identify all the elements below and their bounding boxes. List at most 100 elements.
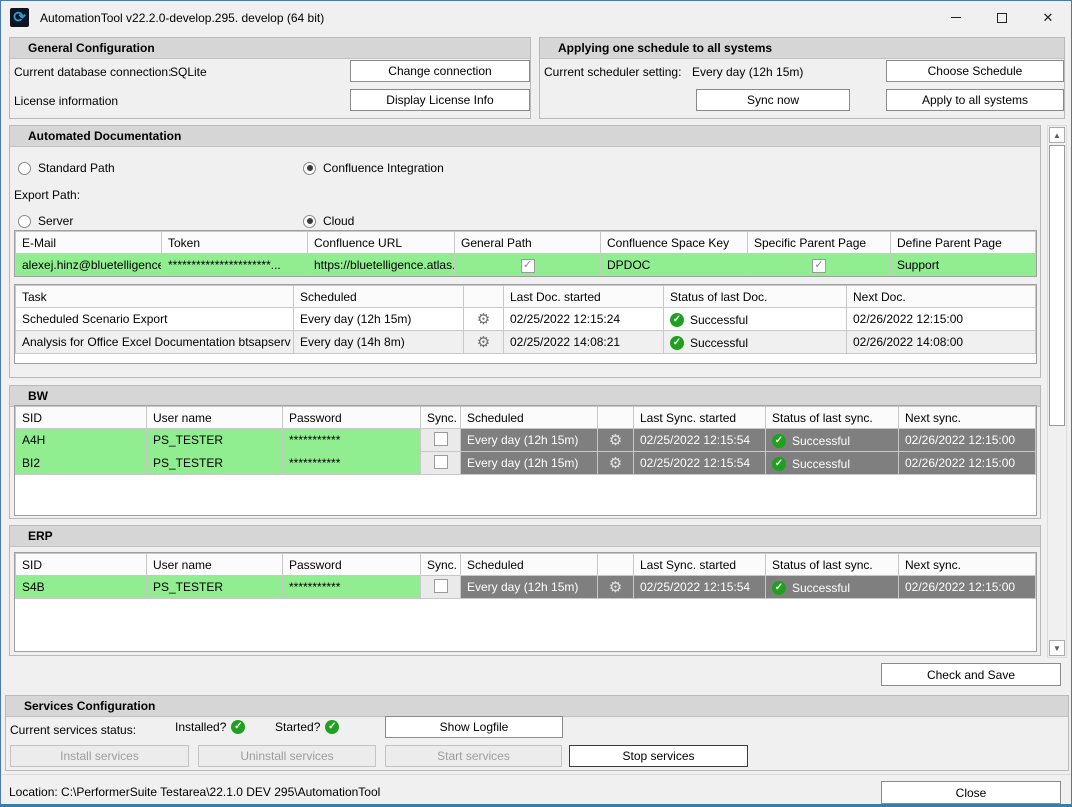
green-check-icon: ✓ (670, 336, 684, 350)
task-name-cell: Analysis for Office Excel Documentation … (16, 331, 294, 354)
minimize-button[interactable] (933, 1, 979, 34)
scroll-down-arrow[interactable]: ▼ (1049, 640, 1065, 656)
password-cell: *********** (283, 429, 421, 452)
sync-cell (421, 576, 461, 599)
close-icon: ✕ (1043, 10, 1054, 26)
user-cell: PS_TESTER (147, 429, 283, 452)
sync-checkbox[interactable] (434, 455, 448, 469)
app-window: ⟳ AutomationTool v22.2.0-develop.295. de… (0, 0, 1072, 807)
radio-server[interactable]: Server (18, 214, 73, 228)
user-cell: PS_TESTER (147, 452, 283, 475)
bw-systems-table: SID User name Password Sync. Scheduled L… (14, 405, 1037, 516)
scrollbar-thumb[interactable] (1049, 145, 1065, 426)
parent-page-cell: Support (891, 254, 1036, 277)
display-license-button[interactable]: Display License Info (350, 89, 530, 111)
green-check-icon: ✓ (772, 581, 786, 595)
green-check-icon: ✓ (231, 720, 245, 734)
status-text: Successful (690, 336, 748, 350)
erp-group: ERP SID User name Password Sync. Schedul… (9, 525, 1041, 656)
status-cell: ✓Successful (766, 452, 899, 475)
sid-cell: BI2 (16, 452, 147, 475)
services-configuration-group: Services Configuration Current services … (5, 695, 1069, 771)
status-text: Successful (690, 313, 748, 327)
task-row[interactable]: Analysis for Office Excel Documentation … (16, 331, 1036, 354)
col-last-sync-started: Last Sync. started (634, 407, 766, 429)
stop-services-button[interactable]: Stop services (569, 745, 748, 767)
maximize-button[interactable] (979, 1, 1025, 34)
status-text: Successful (792, 457, 850, 471)
gear-icon[interactable]: ⚙ (609, 579, 622, 596)
license-info-label: License information (14, 94, 118, 108)
documentation-task-table: Task Scheduled Last Doc. started Status … (14, 284, 1037, 364)
show-logfile-button[interactable]: Show Logfile (385, 716, 563, 738)
col-user-name: User name (147, 407, 283, 429)
radio-confluence-integration[interactable]: Confluence Integration (303, 161, 444, 175)
last-sync-cell: 02/25/2022 12:15:54 (634, 576, 766, 599)
vertical-scrollbar[interactable]: ▲ ▼ (1047, 125, 1067, 658)
general-path-checkbox[interactable]: ✓ (521, 259, 535, 273)
bw-header-row: SID User name Password Sync. Scheduled L… (16, 407, 1036, 429)
task-next-cell: 02/26/2022 14:08:00 (847, 331, 1036, 354)
radio-standard-path[interactable]: Standard Path (18, 161, 115, 175)
started-status: Started? ✓ (275, 720, 339, 734)
bw-system-row[interactable]: BI2 PS_TESTER *********** Every day (12h… (16, 452, 1036, 475)
col-sync: Sync. (421, 407, 461, 429)
col-task: Task (16, 286, 294, 308)
next-sync-cell: 02/26/2022 12:15:00 (899, 576, 1036, 599)
task-row[interactable]: Scheduled Scenario Export Every day (12h… (16, 308, 1036, 331)
maximize-icon (997, 13, 1007, 23)
task-gear-cell: ⚙ (464, 308, 504, 331)
task-name-cell: Scheduled Scenario Export (16, 308, 294, 331)
radio-cloud[interactable]: Cloud (303, 214, 354, 228)
col-password: Password (283, 554, 421, 576)
bw-system-row[interactable]: A4H PS_TESTER *********** Every day (12h… (16, 429, 1036, 452)
col-gear (464, 286, 504, 308)
status-cell: ✓ Successful (766, 429, 899, 452)
scheduled-cell: Every day (12h 15m) (461, 452, 598, 475)
erp-system-row[interactable]: S4B PS_TESTER *********** Every day (12h… (16, 576, 1036, 599)
gear-icon[interactable]: ⚙ (609, 455, 622, 472)
sync-cell (421, 452, 461, 475)
automated-documentation-title: Automated Documentation (10, 126, 1040, 147)
gear-cell: ⚙ (598, 576, 634, 599)
green-check-icon: ✓ (670, 313, 684, 327)
gear-cell: ⚙ (598, 452, 634, 475)
location-text: Location: C:\PerformerSuite Testarea\22.… (9, 785, 380, 799)
title-bar: ⟳ AutomationTool v22.2.0-develop.295. de… (1, 1, 1071, 34)
check-and-save-button[interactable]: Check and Save (881, 663, 1061, 686)
col-next-doc: Next Doc. (847, 286, 1036, 308)
install-services-button[interactable]: Install services (10, 745, 189, 767)
uninstall-services-button[interactable]: Uninstall services (198, 745, 376, 767)
user-cell: PS_TESTER (147, 576, 283, 599)
confluence-data-row[interactable]: alexej.hinz@bluetelligence... **********… (16, 254, 1036, 277)
scroll-up-arrow[interactable]: ▲ (1049, 127, 1065, 143)
specific-parent-checkbox[interactable]: ✓ (812, 259, 826, 273)
scheduled-cell: Every day (12h 15m) (461, 576, 598, 599)
sync-now-button[interactable]: Sync now (696, 89, 850, 111)
choose-schedule-button[interactable]: Choose Schedule (886, 60, 1064, 82)
col-scheduled: Scheduled (461, 407, 598, 429)
close-button[interactable]: Close (881, 781, 1061, 804)
gear-icon[interactable]: ⚙ (477, 311, 490, 328)
gear-icon[interactable]: ⚙ (609, 432, 622, 449)
started-label: Started? (275, 720, 320, 734)
sync-checkbox[interactable] (434, 432, 448, 446)
sync-checkbox[interactable] (434, 579, 448, 593)
col-status-last-sync: Status of last sync. (766, 407, 899, 429)
change-connection-button[interactable]: Change connection (350, 60, 530, 82)
gear-icon[interactable]: ⚙ (477, 334, 490, 351)
task-scheduled-cell: Every day (14h 8m) (294, 331, 464, 354)
radio-confluence-integration-label: Confluence Integration (323, 161, 444, 175)
green-check-icon: ✓ (772, 434, 786, 448)
specific-parent-cell: ✓ (748, 254, 891, 277)
minimize-icon (951, 17, 961, 18)
radio-server-icon (18, 215, 31, 228)
status-text: Successful (792, 581, 850, 595)
status-text: Successful (792, 434, 850, 448)
close-window-button[interactable]: ✕ (1025, 1, 1071, 34)
general-path-cell: ✓ (455, 254, 601, 277)
apply-all-systems-button[interactable]: Apply to all systems (886, 89, 1064, 111)
col-token: Token (162, 232, 308, 254)
window-title: AutomationTool v22.2.0-develop.295. deve… (40, 11, 324, 25)
start-services-button[interactable]: Start services (385, 745, 562, 767)
